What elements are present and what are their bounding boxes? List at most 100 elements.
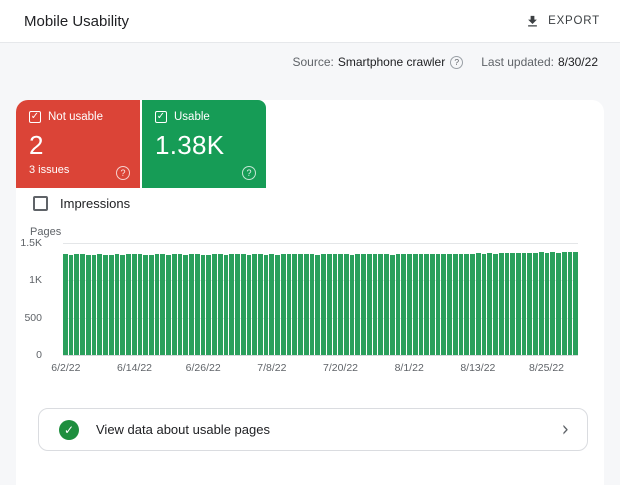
bar[interactable] [298,254,303,355]
bar[interactable] [143,255,149,355]
bar[interactable] [389,254,395,355]
bar[interactable] [275,254,280,355]
bar[interactable] [91,254,97,355]
bar[interactable] [269,254,275,355]
not-usable-help-icon[interactable]: ? [116,166,130,180]
bar[interactable] [263,254,269,355]
bar[interactable] [441,253,447,355]
bar[interactable] [137,254,143,355]
bar[interactable] [407,254,412,355]
usable-checkbox-icon[interactable]: ✓ [155,111,167,123]
bar[interactable] [332,254,338,355]
bar[interactable] [189,253,194,355]
bar[interactable] [401,253,407,355]
bar[interactable] [372,254,378,355]
bar[interactable] [217,254,223,355]
bar[interactable] [521,252,527,355]
bar[interactable] [550,252,556,355]
bar[interactable] [412,254,418,355]
bar[interactable] [573,252,579,355]
bar[interactable] [131,254,137,355]
bar[interactable] [235,254,240,355]
bar[interactable] [149,254,154,355]
bar[interactable] [80,254,85,355]
bar[interactable] [246,254,252,355]
bar[interactable] [366,254,372,355]
bar[interactable] [355,254,361,355]
bar[interactable] [292,254,298,355]
bar[interactable] [103,255,108,355]
bar[interactable] [315,254,321,355]
impressions-checkbox[interactable] [33,196,48,211]
bar[interactable] [458,253,464,355]
impressions-toggle[interactable]: Impressions [33,196,130,211]
not-usable-checkbox-icon[interactable]: ✓ [29,111,41,123]
usable-help-icon[interactable]: ? [242,166,256,180]
bar[interactable] [120,254,126,355]
bar[interactable] [85,254,91,355]
bar[interactable] [556,252,561,355]
bar[interactable] [464,253,470,355]
bar[interactable] [361,253,366,355]
bar[interactable] [303,254,309,355]
bar[interactable] [493,253,498,355]
bar[interactable] [418,253,424,355]
bar[interactable] [452,254,458,355]
bar[interactable] [257,254,263,355]
bar[interactable] [177,254,183,355]
bar[interactable] [74,254,80,355]
bar[interactable] [108,254,114,355]
bar[interactable] [533,252,538,355]
bar[interactable] [395,254,401,355]
usable-card[interactable]: ✓ Usable 1.38K ? [142,100,266,188]
bar[interactable] [504,253,510,355]
bar[interactable] [68,254,74,355]
bar[interactable] [378,253,384,355]
usable-pages-chart[interactable] [63,243,579,356]
bar[interactable] [343,254,349,355]
bar[interactable] [321,253,326,355]
bar[interactable] [229,254,235,355]
bar[interactable] [487,253,493,355]
not-usable-card[interactable]: ✓ Not usable 2 3 issues ? [16,100,140,188]
bar[interactable] [384,254,389,355]
bar[interactable] [516,253,521,355]
bar[interactable] [475,253,481,355]
bar[interactable] [240,254,246,355]
bar[interactable] [200,254,206,355]
bar[interactable] [544,252,550,355]
bar[interactable] [212,254,217,355]
bar[interactable] [538,252,544,355]
export-button[interactable]: EXPORT [525,14,600,29]
bar[interactable] [326,254,332,355]
bar[interactable] [481,253,487,355]
bar[interactable] [252,253,257,355]
bar[interactable] [223,254,229,355]
bar[interactable] [63,254,68,355]
bar[interactable] [498,253,504,355]
bar[interactable] [435,253,441,355]
bar[interactable] [309,254,315,355]
bar[interactable] [280,254,286,355]
bar[interactable] [160,254,166,355]
bar[interactable] [510,252,516,355]
source-help-icon[interactable]: ? [450,55,464,69]
bar[interactable] [166,254,171,355]
bar[interactable] [470,253,475,355]
view-usable-pages-link[interactable]: ✓ View data about usable pages › [38,408,588,451]
bar[interactable] [430,254,435,355]
bar[interactable] [114,254,120,355]
bar[interactable] [286,253,292,355]
bar[interactable] [424,254,429,355]
bar[interactable] [154,254,160,355]
bar[interactable] [447,254,452,355]
bar[interactable] [206,255,212,355]
bar[interactable] [171,254,177,355]
bar[interactable] [126,254,131,355]
bar[interactable] [561,252,567,355]
bar[interactable] [349,254,355,355]
bar[interactable] [183,254,189,355]
bar[interactable] [338,254,343,355]
bar[interactable] [97,254,103,355]
bar[interactable] [527,253,533,355]
